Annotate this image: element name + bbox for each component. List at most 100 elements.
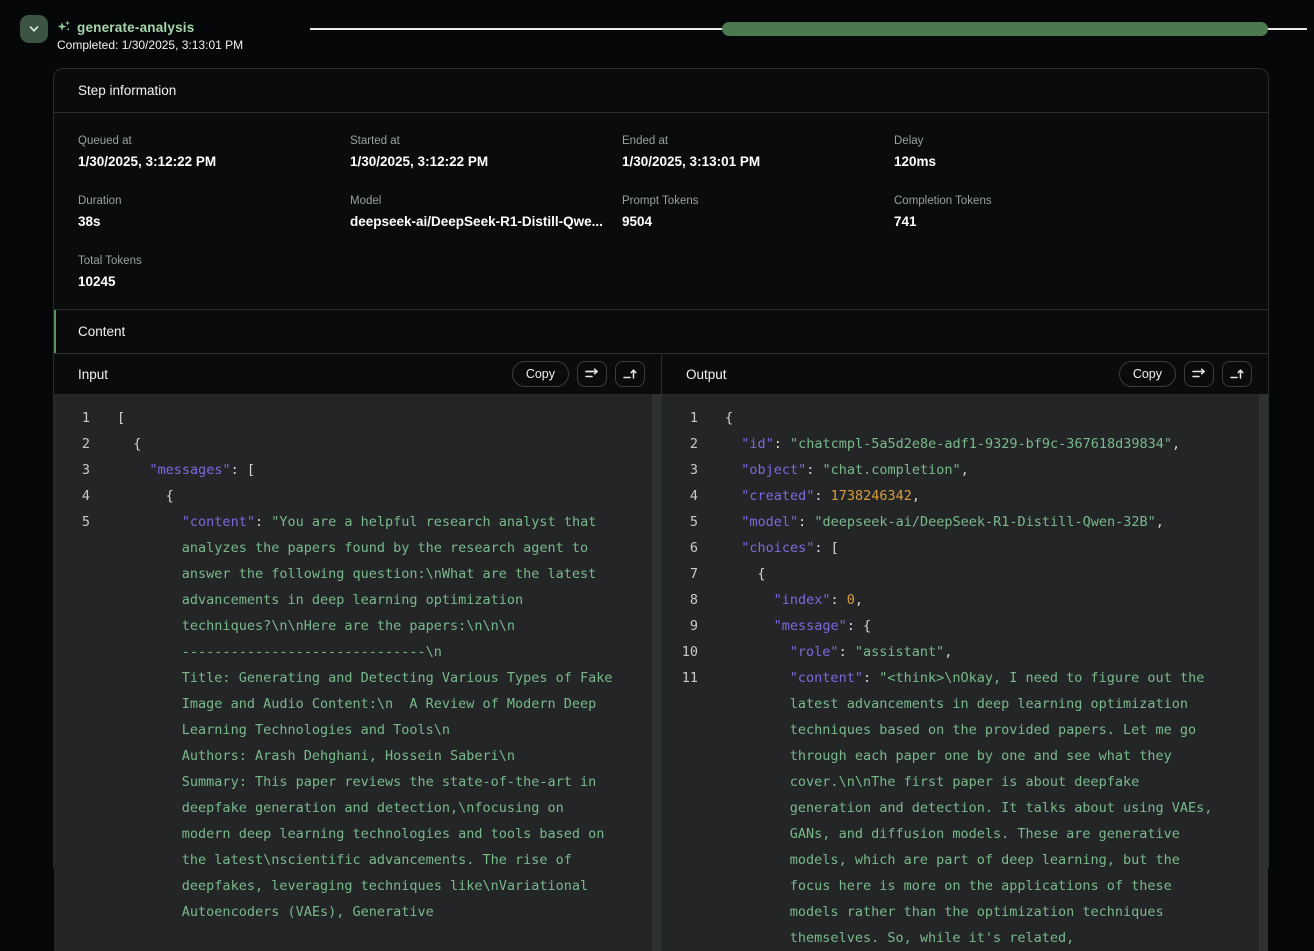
copy-button[interactable]: Copy <box>1119 361 1176 387</box>
content-section-header: Content <box>54 309 1268 354</box>
line-number: 2 <box>54 431 90 457</box>
code-text: "model": "deepseek-ai/DeepSeek-R1-Distil… <box>698 509 1268 535</box>
code-text: "content": "You are a helpful research a… <box>90 509 661 925</box>
field-value: 1/30/2025, 3:12:22 PM <box>78 154 350 169</box>
output-pane-toolbar: Copy <box>1119 361 1252 387</box>
field-value: 741 <box>894 214 1166 229</box>
line-number: 2 <box>662 431 698 457</box>
copy-button[interactable]: Copy <box>512 361 569 387</box>
input-scrollbar[interactable] <box>652 394 661 951</box>
input-pane: Input Copy <box>54 354 661 951</box>
line-number: 8 <box>662 587 698 613</box>
line-number: 1 <box>54 405 90 431</box>
chevron-down-icon <box>27 22 41 36</box>
output-pane-header: Output Copy <box>662 354 1268 394</box>
code-text: "index": 0, <box>698 587 1268 613</box>
step-field: Total Tokens10245 <box>78 255 350 289</box>
field-value: 9504 <box>622 214 894 229</box>
output-scrollbar[interactable] <box>1259 394 1268 951</box>
line-number: 3 <box>662 457 698 483</box>
input-pane-header: Input Copy <box>54 354 661 394</box>
field-label: Started at <box>350 135 622 147</box>
wrap-text-button[interactable] <box>577 361 607 387</box>
line-number: 10 <box>662 639 698 665</box>
code-line: 4"created": 1738246342, <box>662 483 1268 509</box>
code-line: 1[ <box>54 405 661 431</box>
top-bar: generate-analysis Completed: 1/30/2025, … <box>0 0 1314 68</box>
input-pane-title: Input <box>78 367 108 382</box>
code-line: 7{ <box>662 561 1268 587</box>
step-field: Delay 120ms <box>894 135 1166 169</box>
line-number: 11 <box>662 665 698 951</box>
step-field: Completion Tokens 741 <box>894 195 1166 229</box>
step-completed-timestamp: Completed: 1/30/2025, 3:13:01 PM <box>57 38 243 52</box>
field-value: 38s <box>78 214 350 229</box>
code-text: { <box>698 561 1268 587</box>
line-number: 7 <box>662 561 698 587</box>
field-label: Completion Tokens <box>894 195 1166 207</box>
collapse-json-button[interactable] <box>1222 361 1252 387</box>
code-text: { <box>90 431 661 457</box>
line-number: 4 <box>662 483 698 509</box>
code-line: 9"message": { <box>662 613 1268 639</box>
field-label: Duration <box>78 195 350 207</box>
sparkles-icon <box>56 19 72 35</box>
code-line: 3"messages": [ <box>54 457 661 483</box>
code-text: "object": "chat.completion", <box>698 457 1268 483</box>
field-label: Prompt Tokens <box>622 195 894 207</box>
line-number: 6 <box>662 535 698 561</box>
code-text: { <box>698 405 1268 431</box>
line-number: 3 <box>54 457 90 483</box>
step-title: generate-analysis <box>77 20 194 35</box>
timeline-span-bar[interactable] <box>722 22 1268 36</box>
output-pane: Output Copy <box>661 354 1268 951</box>
field-label: Queued at <box>78 135 350 147</box>
input-output-split: Input Copy <box>54 354 1268 868</box>
code-text: "messages": [ <box>90 457 661 483</box>
line-number: 5 <box>662 509 698 535</box>
input-json-viewer: 1[2{3"messages": [4{5"content": "You are… <box>54 394 661 951</box>
collapse-up-icon <box>1229 367 1245 381</box>
collapse-step-button[interactable] <box>20 15 48 43</box>
collapse-json-button[interactable] <box>615 361 645 387</box>
field-value: 1/30/2025, 3:12:22 PM <box>350 154 622 169</box>
field-label: Ended at <box>622 135 894 147</box>
code-line: 10"role": "assistant", <box>662 639 1268 665</box>
code-line: 2"id": "chatcmpl-5a5d2e8e-adf1-9329-bf9c… <box>662 431 1268 457</box>
line-number: 1 <box>662 405 698 431</box>
code-text: [ <box>90 405 661 431</box>
field-label: Delay <box>894 135 1166 147</box>
code-line: 4{ <box>54 483 661 509</box>
code-line: 6"choices": [ <box>662 535 1268 561</box>
code-line: 11"content": "<think>\nOkay, I need to f… <box>662 665 1268 951</box>
line-number: 5 <box>54 509 90 925</box>
field-value: 10245 <box>78 274 350 289</box>
field-value: 1/30/2025, 3:13:01 PM <box>622 154 894 169</box>
wrap-text-button[interactable] <box>1184 361 1214 387</box>
step-field: Model deepseek-ai/DeepSeek-R1-Distill-Qwe… <box>350 195 622 229</box>
code-text: "id": "chatcmpl-5a5d2e8e-adf1-9329-bf9c-… <box>698 431 1268 457</box>
code-line: 5"model": "deepseek-ai/DeepSeek-R1-Disti… <box>662 509 1268 535</box>
step-field: Started at 1/30/2025, 3:12:22 PM <box>350 135 622 169</box>
code-text: { <box>90 483 661 509</box>
field-value: deepseek-ai/DeepSeek-R1-Distill-Qwe... <box>350 214 622 229</box>
code-line: 3"object": "chat.completion", <box>662 457 1268 483</box>
code-text: "created": 1738246342, <box>698 483 1268 509</box>
field-value: 120ms <box>894 154 1166 169</box>
code-text: "message": { <box>698 613 1268 639</box>
field-label: Model <box>350 195 622 207</box>
line-number: 4 <box>54 483 90 509</box>
input-pane-toolbar: Copy <box>512 361 645 387</box>
step-information-fields: Queued at1/30/2025, 3:12:22 PMStarted at… <box>54 113 1268 309</box>
code-text: "content": "<think>\nOkay, I need to fig… <box>698 665 1268 951</box>
code-line: 5"content": "You are a helpful research … <box>54 509 661 925</box>
code-text: "choices": [ <box>698 535 1268 561</box>
code-line: 8"index": 0, <box>662 587 1268 613</box>
step-detail-panel: Step information Queued at1/30/2025, 3:1… <box>53 68 1269 868</box>
output-pane-title: Output <box>686 367 727 382</box>
output-json-viewer: 1{2"id": "chatcmpl-5a5d2e8e-adf1-9329-bf… <box>662 394 1268 951</box>
code-line: 2{ <box>54 431 661 457</box>
wrap-text-icon <box>1191 367 1207 381</box>
collapse-up-icon <box>622 367 638 381</box>
step-field: Duration 38s <box>78 195 350 229</box>
